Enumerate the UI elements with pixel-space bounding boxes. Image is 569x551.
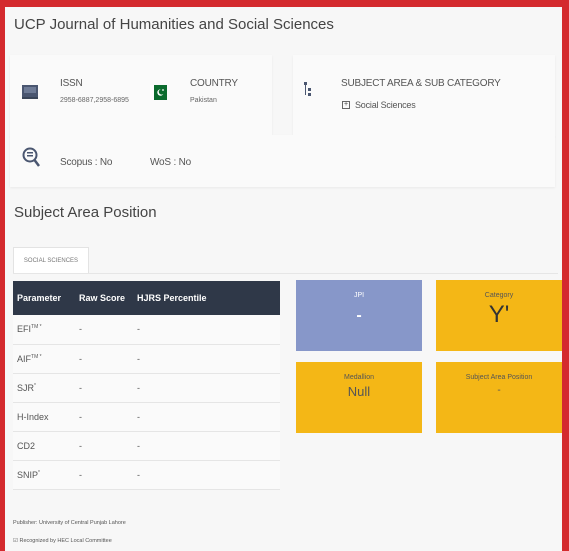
table-row: AIFTM * - - <box>13 344 280 374</box>
percentile-cell: - <box>133 373 280 403</box>
percentile-cell: - <box>133 460 280 490</box>
tab-social-sciences[interactable]: SOCIAL SCIENCES <box>13 247 89 274</box>
issn-value: 2958-6887,2958-6895 <box>60 97 129 104</box>
header-parameter: Parameter <box>13 281 75 315</box>
country-label: COUNTRY <box>190 78 238 89</box>
param-cell: SNIP* <box>13 460 75 490</box>
search-document-icon <box>22 147 40 167</box>
expand-plus-icon[interactable]: + <box>342 101 350 109</box>
param-cell: EFITM * <box>13 315 75 345</box>
recognized-label: Recognized by HEC Local Committee <box>19 538 112 544</box>
wos-status: WoS : No <box>150 157 192 168</box>
header-raw-score: Raw Score <box>75 281 133 315</box>
table-row: H-Index - - <box>13 402 280 432</box>
issn-country-card: ISSN 2958-6887,2958-6895 COUNTRY Pakista… <box>10 55 272 137</box>
category-value: Y' <box>488 301 510 328</box>
table-header-row: Parameter Raw Score HJRS Percentile <box>13 281 280 315</box>
pakistan-flag-icon <box>150 85 167 100</box>
tab-divider <box>13 273 558 274</box>
sap-value: - <box>497 385 501 396</box>
raw-score-cell: - <box>75 402 133 432</box>
percentile-cell: - <box>133 344 280 374</box>
medallion-label: Medallion <box>344 374 374 381</box>
subject-value[interactable]: Social Sciences <box>355 100 416 110</box>
jpi-value: - <box>356 307 362 324</box>
subject-label: SUBJECT AREA & SUB CATEGORY <box>341 78 501 89</box>
table-row: SJR* - - <box>13 373 280 403</box>
country-value: Pakistan <box>190 97 217 104</box>
raw-score-cell: - <box>75 460 133 490</box>
param-cell: CD2 <box>13 431 75 461</box>
journal-title: UCP Journal of Humanities and Social Sci… <box>14 16 334 33</box>
page-frame: UCP Journal of Humanities and Social Sci… <box>5 7 562 551</box>
raw-score-cell: - <box>75 431 133 461</box>
table-row: EFITM * - - <box>13 315 280 345</box>
param-cell: H-Index <box>13 402 75 432</box>
table-row: SNIP* - - <box>13 460 280 490</box>
param-cell: SJR* <box>13 373 75 403</box>
medallion-value: Null <box>347 384 371 399</box>
medallion-tile: Medallion Null <box>296 362 422 433</box>
percentile-cell: - <box>133 431 280 461</box>
percentile-cell: - <box>133 315 280 345</box>
raw-score-cell: - <box>75 344 133 374</box>
check-icon: ☑ <box>13 538 18 544</box>
recognized-text: ☑ Recognized by HEC Local Committee <box>13 538 112 544</box>
sap-label: Subject Area Position <box>465 374 533 381</box>
percentile-cell: - <box>133 402 280 432</box>
indexing-card: Scopus : No WoS : No <box>10 135 555 187</box>
parameters-table: Parameter Raw Score HJRS Percentile EFIT… <box>13 281 280 490</box>
book-icon <box>22 85 38 99</box>
category-tile: Category Y' <box>436 280 562 351</box>
category-label: Category <box>484 292 514 299</box>
subject-area-card: SUBJECT AREA & SUB CATEGORY + Social Sci… <box>293 55 555 137</box>
header-percentile: HJRS Percentile <box>133 281 280 315</box>
raw-score-cell: - <box>75 315 133 345</box>
raw-score-cell: - <box>75 373 133 403</box>
scopus-status: Scopus : No <box>60 157 113 168</box>
issn-label: ISSN <box>60 78 83 89</box>
table-row: CD2 - - <box>13 431 280 461</box>
section-title: Subject Area Position <box>14 204 157 221</box>
jpi-label: JPI <box>353 292 365 299</box>
subject-area-position-tile: Subject Area Position - <box>436 362 562 433</box>
param-cell: AIFTM * <box>13 344 75 374</box>
publisher-text: Publisher: University of Central Punjab … <box>13 520 126 526</box>
sitemap-icon <box>304 82 311 96</box>
jpi-tile: JPI - <box>296 280 422 351</box>
